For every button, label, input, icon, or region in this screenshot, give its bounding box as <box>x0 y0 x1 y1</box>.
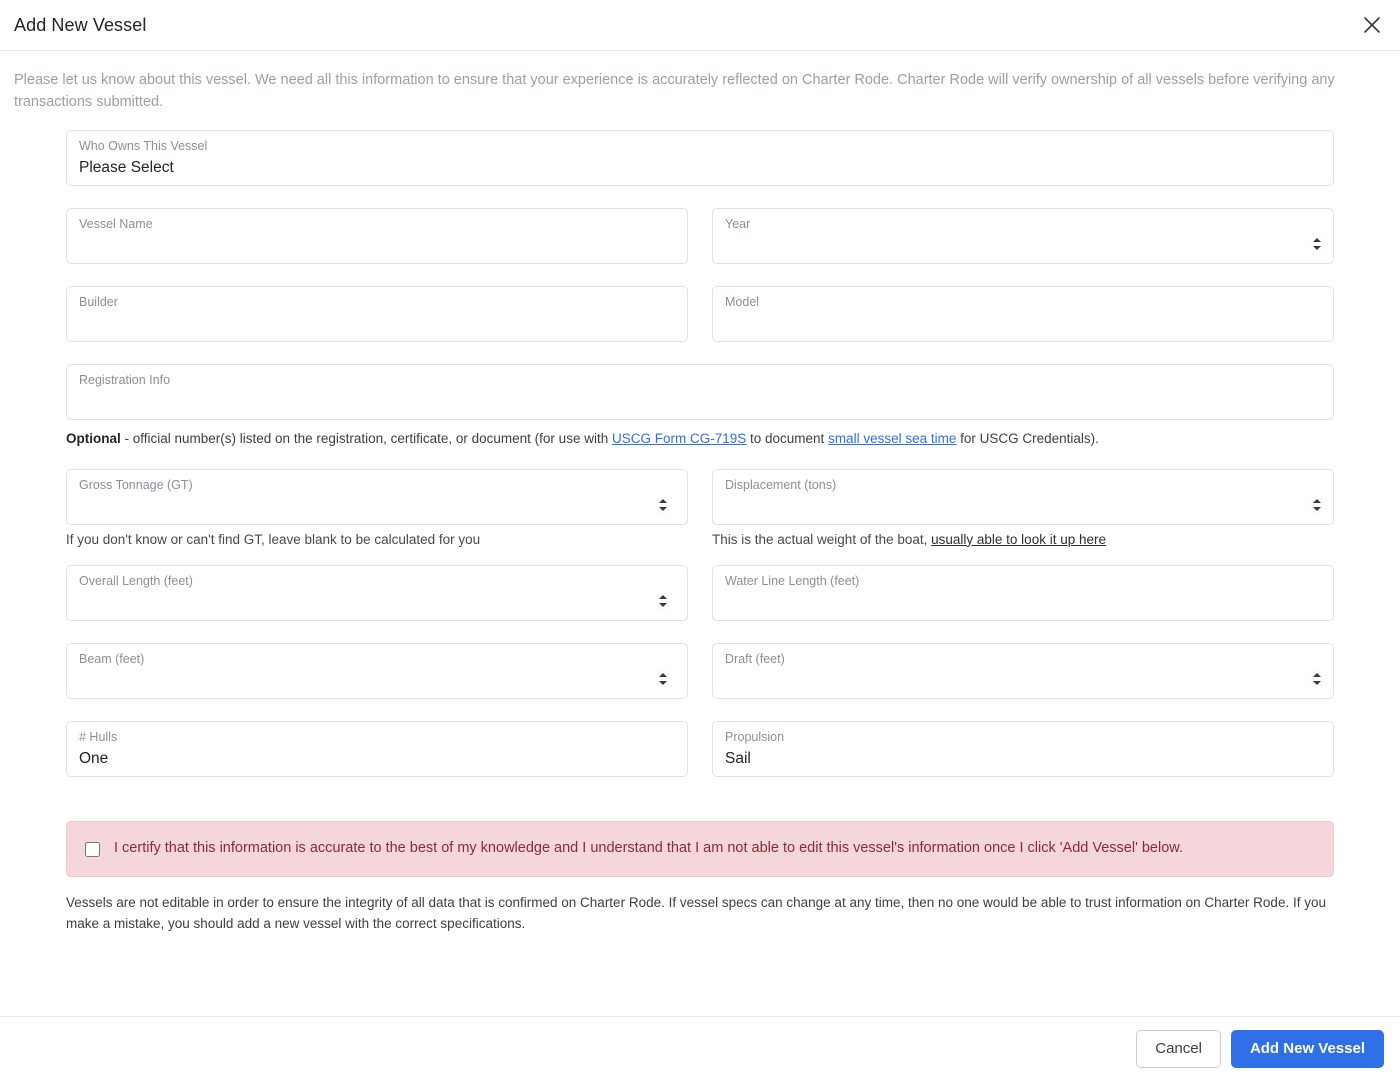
registration-note-part1: - official number(s) listed on the regis… <box>120 430 612 446</box>
gross-tonnage-helper: If you don't know or can't find GT, leav… <box>66 531 481 547</box>
close-icon[interactable] <box>1358 11 1386 39</box>
chevron-down-icon <box>658 603 667 608</box>
add-new-vessel-button[interactable]: Add New Vessel <box>1230 1030 1384 1068</box>
displacement-field[interactable]: Displacement (tons) <box>712 468 1334 525</box>
builder-label: Builder <box>79 294 118 309</box>
displacement-input[interactable] <box>725 495 1321 518</box>
gross-tonnage-field[interactable]: Gross Tonnage (GT) <box>66 468 688 525</box>
form-row-beam-draft: Beam (feet) Draft (feet) <box>66 643 1334 721</box>
draft-stepper[interactable] <box>1310 669 1323 690</box>
small-vessel-sea-time-link[interactable]: small vessel sea time <box>828 431 956 446</box>
vessel-form: Who Owns This Vessel Please Select Vesse… <box>14 129 1386 935</box>
gross-tonnage-stepper[interactable] <box>656 494 669 515</box>
draft-input[interactable] <box>725 670 1321 693</box>
close-icon-glyph <box>1364 17 1380 33</box>
year-field[interactable]: Year <box>712 207 1334 264</box>
disclaimer-text: Vessels are not editable in order to ens… <box>66 894 1326 931</box>
year-label: Year <box>725 216 751 231</box>
gross-tonnage-label: Gross Tonnage (GT) <box>79 477 193 492</box>
draft-field[interactable]: Draft (feet) <box>712 643 1334 700</box>
beam-stepper[interactable] <box>656 669 669 690</box>
page-title: Add New Vessel <box>14 14 147 35</box>
hulls-value: One <box>79 750 109 768</box>
certification-label: I certify that this information is accur… <box>114 840 1183 857</box>
intro-paragraph: Please let us know about this vessel. We… <box>14 72 1335 111</box>
overall-length-stepper[interactable] <box>656 591 669 612</box>
vessel-name-input[interactable] <box>79 234 675 257</box>
beam-field[interactable]: Beam (feet) <box>66 643 688 700</box>
certification-checkbox[interactable] <box>85 841 100 857</box>
hulls-label: # Hulls <box>79 730 118 745</box>
propulsion-select[interactable]: Propulsion Sail <box>712 721 1334 778</box>
chevron-up-icon <box>658 595 667 600</box>
certification-alert: I certify that this information is accur… <box>66 821 1334 877</box>
beam-input[interactable] <box>79 670 675 693</box>
chevron-up-icon <box>1312 673 1321 678</box>
propulsion-value: Sail <box>725 750 751 768</box>
displacement-stepper[interactable] <box>1310 494 1323 515</box>
water-line-length-label: Water Line Length (feet) <box>725 574 860 589</box>
overall-length-label: Overall Length (feet) <box>79 574 193 589</box>
chevron-up-icon <box>658 498 667 503</box>
cancel-button[interactable]: Cancel <box>1136 1030 1221 1068</box>
form-row-tonnage-displacement: Gross Tonnage (GT) If you don't know or … <box>66 468 1334 566</box>
registration-note-part3: for USCG Credentials). <box>956 430 1099 446</box>
vessel-name-label: Vessel Name <box>79 216 153 231</box>
chevron-up-icon <box>1312 237 1321 242</box>
modal-footer: Cancel Add New Vessel <box>0 1016 1400 1081</box>
chevron-down-icon <box>658 506 667 511</box>
displacement-lookup-link[interactable]: usually able to look it up here <box>931 532 1106 547</box>
owner-select-value: Please Select <box>79 158 174 176</box>
form-row-owner: Who Owns This Vessel Please Select <box>66 129 1334 208</box>
uscg-form-link[interactable]: USCG Form CG-719S <box>612 431 746 446</box>
form-row-name-year: Vessel Name Year <box>66 207 1334 286</box>
draft-label: Draft (feet) <box>725 652 785 667</box>
form-row-builder-model: Builder Model <box>66 285 1334 364</box>
modal-body: Please let us know about this vessel. We… <box>0 51 1400 1016</box>
model-input[interactable] <box>725 312 1321 335</box>
owner-select[interactable]: Who Owns This Vessel Please Select <box>66 129 1334 186</box>
chevron-down-icon <box>1312 506 1321 511</box>
registration-note-optional: Optional <box>66 430 121 446</box>
displacement-helper: This is the actual weight of the boat, u… <box>712 531 1334 550</box>
water-line-length-field[interactable]: Water Line Length (feet) <box>712 565 1334 622</box>
chevron-down-icon <box>1312 245 1321 250</box>
hulls-select[interactable]: # Hulls One <box>66 721 688 778</box>
vessel-name-field[interactable]: Vessel Name <box>66 207 688 264</box>
form-row-hulls-propulsion: # Hulls One Propulsion Sail <box>66 721 1334 799</box>
displacement-helper-text: This is the actual weight of the boat, <box>712 531 932 547</box>
year-input[interactable] <box>725 234 1321 257</box>
chevron-up-icon <box>658 673 667 678</box>
owner-select-label: Who Owns This Vessel <box>79 138 208 153</box>
overall-length-field[interactable]: Overall Length (feet) <box>66 565 688 622</box>
model-field[interactable]: Model <box>712 285 1334 342</box>
builder-field[interactable]: Builder <box>66 285 688 342</box>
water-line-length-input[interactable] <box>725 592 1321 615</box>
beam-label: Beam (feet) <box>79 652 145 667</box>
form-row-lengths: Overall Length (feet) Water Line Length … <box>66 565 1334 643</box>
overall-length-input[interactable] <box>79 592 675 615</box>
propulsion-label: Propulsion <box>725 730 785 745</box>
builder-input[interactable] <box>79 312 675 335</box>
registration-info-label: Registration Info <box>79 372 171 387</box>
model-label: Model <box>725 294 760 309</box>
displacement-label: Displacement (tons) <box>725 477 837 492</box>
gross-tonnage-input[interactable] <box>79 495 675 518</box>
registration-note-part2: to document <box>746 430 829 446</box>
year-stepper[interactable] <box>1310 233 1323 254</box>
modal-header: Add New Vessel <box>0 0 1400 51</box>
chevron-down-icon <box>1312 681 1321 686</box>
registration-info-field[interactable]: Registration Info <box>66 363 1334 420</box>
chevron-up-icon <box>1312 498 1321 503</box>
registration-info-input[interactable] <box>79 390 1321 413</box>
chevron-down-icon <box>658 681 667 686</box>
add-new-vessel-modal: Add New Vessel Please let us know about … <box>0 0 1400 1081</box>
